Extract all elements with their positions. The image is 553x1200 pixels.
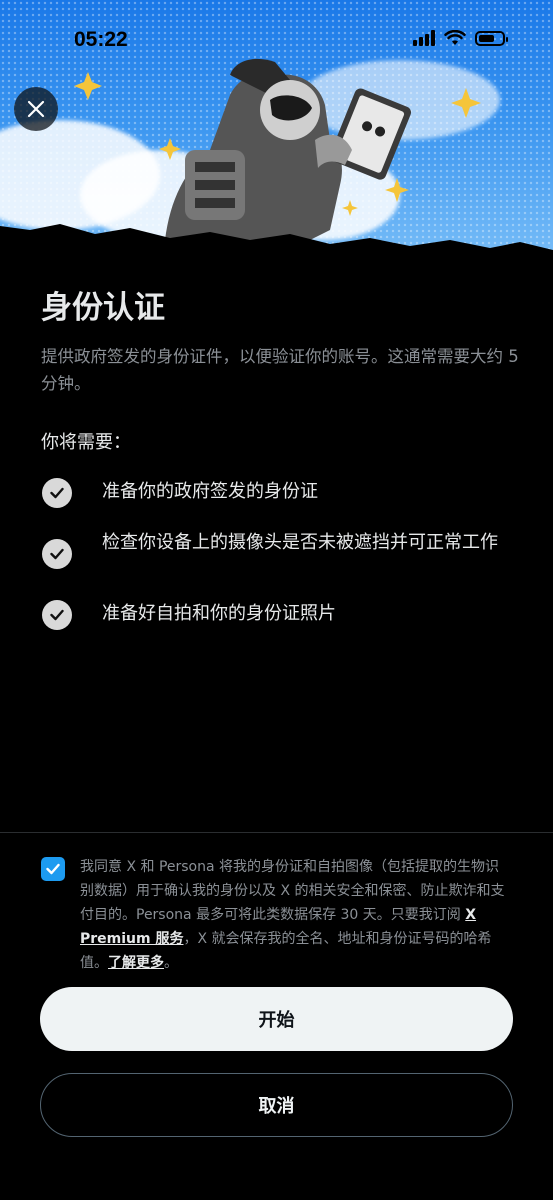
close-icon: [27, 100, 45, 118]
check-circle-icon: [42, 600, 72, 630]
consent-row: 我同意 X 和 Persona 将我的身份证和自拍图像（包括提取的生物识别数据）…: [41, 855, 511, 975]
battery-icon: [475, 30, 508, 46]
close-button[interactable]: [14, 87, 58, 131]
requirement-label: 检查你设备上的摄像头是否未被遮挡并可正常工作: [102, 532, 498, 553]
consent-text-end: 。: [164, 955, 178, 971]
consent-text-start: 我同意 X 和 Persona 将我的身份证和自拍图像（包括提取的生物识别数据）…: [80, 859, 505, 923]
check-circle-icon: [42, 478, 72, 508]
requirement-label: 准备好自拍和你的身份证照片: [102, 603, 336, 624]
status-time: 05:22: [74, 28, 128, 51]
checkmark-icon: [46, 863, 60, 875]
signal-icon: [413, 30, 435, 46]
status-icons: [413, 30, 508, 46]
consent-text: 我同意 X 和 Persona 将我的身份证和自拍图像（包括提取的生物识别数据）…: [80, 855, 511, 975]
page-title: 身份认证: [41, 290, 165, 326]
start-button[interactable]: 开始: [40, 987, 513, 1051]
requirement-item: 检查你设备上的摄像头是否未被遮挡并可正常工作: [42, 529, 522, 569]
check-circle-icon: [42, 539, 72, 569]
requirement-item: 准备你的政府签发的身份证: [42, 478, 522, 508]
page-subtitle: 提供政府签发的身份证件，以便验证你的账号。这通常需要大约 5 分钟。: [41, 347, 519, 393]
requirement-label: 准备你的政府签发的身份证: [102, 481, 318, 502]
wifi-icon: [444, 30, 466, 45]
torn-edge-divider: [0, 224, 553, 274]
battery-level: [479, 34, 495, 42]
requirement-item: 准备好自拍和你的身份证照片: [42, 600, 522, 630]
requirements-heading: 你将需要：: [41, 432, 131, 453]
learn-more-link[interactable]: 了解更多: [108, 955, 164, 971]
cancel-button[interactable]: 取消: [40, 1073, 513, 1137]
consent-checkbox[interactable]: [41, 857, 65, 881]
status-bar: 05:22: [0, 0, 553, 80]
divider: [0, 832, 553, 833]
